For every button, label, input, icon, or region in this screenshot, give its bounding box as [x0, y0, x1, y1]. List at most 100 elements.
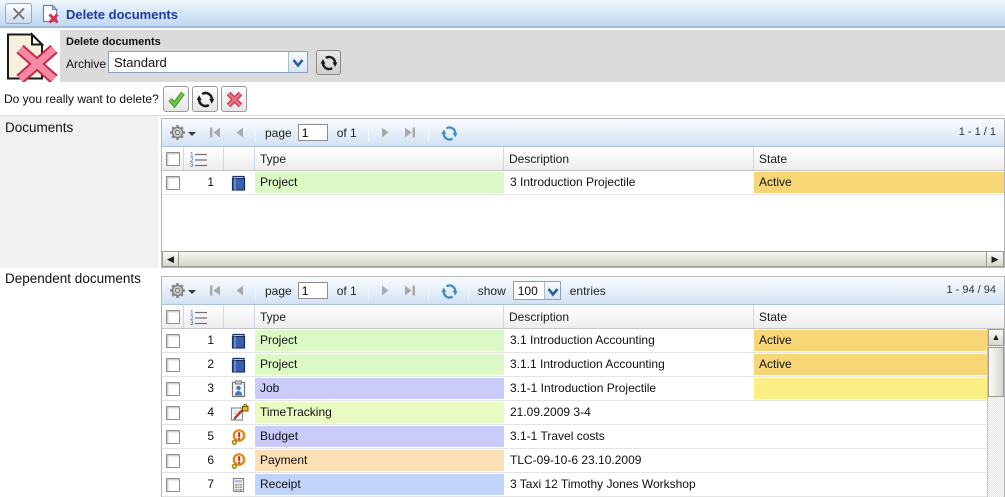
description-cell[interactable]: 21.09.2009 3-4: [504, 402, 754, 423]
prev-page-button[interactable]: [234, 126, 244, 139]
dependent-grid-header: 1 2 3 Type Description State: [162, 305, 1004, 329]
table-row[interactable]: 1Project3 Introduction ProjectileActive: [162, 171, 1004, 195]
row-checkbox[interactable]: [166, 478, 180, 492]
type-cell[interactable]: Budget: [255, 426, 504, 447]
entries-select[interactable]: 100: [513, 281, 561, 300]
row-number: 4: [184, 401, 224, 424]
icon-column-header[interactable]: [224, 305, 255, 328]
type-cell[interactable]: Project: [255, 172, 504, 193]
close-button[interactable]: [5, 3, 32, 24]
entries-select-button[interactable]: [544, 282, 560, 299]
prev-page-button[interactable]: [234, 284, 244, 297]
project-icon: [230, 356, 247, 374]
toolbar-separator: [368, 124, 369, 141]
documents-section: Documents: [0, 115, 1005, 268]
state-column-header[interactable]: State: [754, 305, 1004, 328]
grid-settings-button[interactable]: [169, 282, 196, 299]
row-checkbox[interactable]: [166, 454, 180, 468]
confirm-reset-button[interactable]: [192, 86, 218, 112]
type-column-header[interactable]: Type: [255, 147, 504, 170]
horizontal-scrollbar[interactable]: ◀ ▶: [162, 251, 1004, 267]
type-column-header[interactable]: Type: [255, 305, 504, 328]
grid-settings-button[interactable]: [169, 124, 196, 141]
state-cell: Active: [754, 172, 1004, 193]
archive-refresh-button[interactable]: [316, 50, 341, 75]
state-cell: [754, 426, 1004, 447]
type-cell[interactable]: Job: [255, 378, 504, 399]
table-row[interactable]: 7Receipt3 Taxi 12 Timothy Jones Workshop: [162, 473, 1004, 497]
last-page-button[interactable]: [403, 284, 417, 297]
page-label: page: [265, 126, 292, 140]
scroll-left-button[interactable]: ◀: [162, 251, 179, 267]
description-cell[interactable]: 3.1-1 Travel costs: [504, 426, 754, 447]
archive-select[interactable]: Standard: [108, 51, 308, 73]
select-all-checkbox[interactable]: [166, 310, 180, 324]
description-cell[interactable]: 3.1-1 Introduction Projectile: [504, 378, 754, 399]
of-label: of 1: [337, 284, 357, 298]
description-cell[interactable]: 3.1.1 Introduction Accounting: [504, 354, 754, 375]
type-cell[interactable]: Receipt: [255, 474, 504, 495]
table-row[interactable]: 3Job3.1-1 Introduction Projectile: [162, 377, 1004, 401]
description-cell[interactable]: 3.1 Introduction Accounting: [504, 330, 754, 351]
next-page-button[interactable]: [381, 126, 391, 139]
table-row[interactable]: 4 TimeTracking21.09.2009 3-4: [162, 401, 1004, 425]
description-cell[interactable]: 3 Taxi 12 Timothy Jones Workshop: [504, 474, 754, 495]
description-column-header[interactable]: Description: [504, 147, 754, 170]
delete-document-big-icon: [3, 32, 59, 82]
scrollbar-thumb[interactable]: [179, 251, 987, 267]
description-cell[interactable]: TLC-09-10-6 23.10.2009: [504, 450, 754, 471]
type-cell[interactable]: Project: [255, 354, 504, 375]
archive-select-value: Standard: [114, 55, 167, 70]
next-page-button[interactable]: [381, 284, 391, 297]
row-number: 1: [184, 329, 224, 352]
entries-select-value: 100: [518, 284, 538, 298]
row-checkbox[interactable]: [166, 176, 180, 190]
row-number-column-header[interactable]: 1 2 3: [184, 147, 224, 170]
table-row[interactable]: 5 Budget3.1-1 Travel costs: [162, 425, 1004, 449]
grid-refresh-button[interactable]: [441, 283, 457, 299]
table-row[interactable]: 1Project3.1 Introduction AccountingActiv…: [162, 329, 1004, 353]
type-cell[interactable]: TimeTracking: [255, 402, 504, 423]
row-checkbox[interactable]: [166, 406, 180, 420]
last-page-icon: [403, 126, 417, 139]
vertical-scrollbar[interactable]: ▲: [987, 329, 1004, 497]
toolbar-separator: [255, 124, 256, 141]
gear-dropdown-arrow: [188, 290, 196, 294]
page-input[interactable]: [298, 124, 328, 141]
row-number: 5: [184, 425, 224, 448]
row-checkbox[interactable]: [166, 358, 180, 372]
select-all-checkbox[interactable]: [166, 152, 180, 166]
scroll-right-button[interactable]: ▶: [987, 251, 1004, 267]
description-column-header[interactable]: Description: [504, 305, 754, 328]
chevron-down-icon: [547, 287, 559, 297]
confirm-yes-button[interactable]: [163, 86, 189, 112]
row-checkbox[interactable]: [166, 334, 180, 348]
panel-heading: Delete documents: [66, 36, 161, 48]
last-page-button[interactable]: [403, 126, 417, 139]
range-indicator: 1 - 1 / 1: [959, 126, 996, 138]
page-label: page: [265, 284, 292, 298]
row-checkbox[interactable]: [166, 382, 180, 396]
table-row[interactable]: 6PaymentTLC-09-10-6 23.10.2009: [162, 449, 1004, 473]
first-page-button[interactable]: [208, 126, 222, 139]
first-page-button[interactable]: [208, 284, 222, 297]
numbered-list-icon: 1 2 3: [189, 151, 209, 167]
scrollbar-thumb[interactable]: [988, 347, 1004, 397]
svg-text:3: 3: [190, 320, 194, 325]
first-page-icon: [208, 284, 222, 297]
scroll-up-button[interactable]: ▲: [988, 329, 1004, 346]
dependent-grid-toolbar: page of 1: [162, 277, 1004, 305]
state-column-header[interactable]: State: [754, 147, 1004, 170]
grid-refresh-button[interactable]: [441, 125, 457, 141]
documents-grid-toolbar: page of 1: [162, 119, 1004, 147]
row-number-column-header[interactable]: 1 2 3: [184, 305, 224, 328]
icon-column-header[interactable]: [224, 147, 255, 170]
page-input[interactable]: [298, 282, 328, 299]
table-row[interactable]: 2Project3.1.1 Introduction AccountingAct…: [162, 353, 1004, 377]
type-cell[interactable]: Project: [255, 330, 504, 351]
archive-select-button[interactable]: [288, 52, 307, 72]
description-cell[interactable]: 3 Introduction Projectile: [504, 172, 754, 193]
type-cell[interactable]: Payment: [255, 450, 504, 471]
row-checkbox[interactable]: [166, 430, 180, 444]
confirm-no-button[interactable]: [221, 86, 247, 112]
